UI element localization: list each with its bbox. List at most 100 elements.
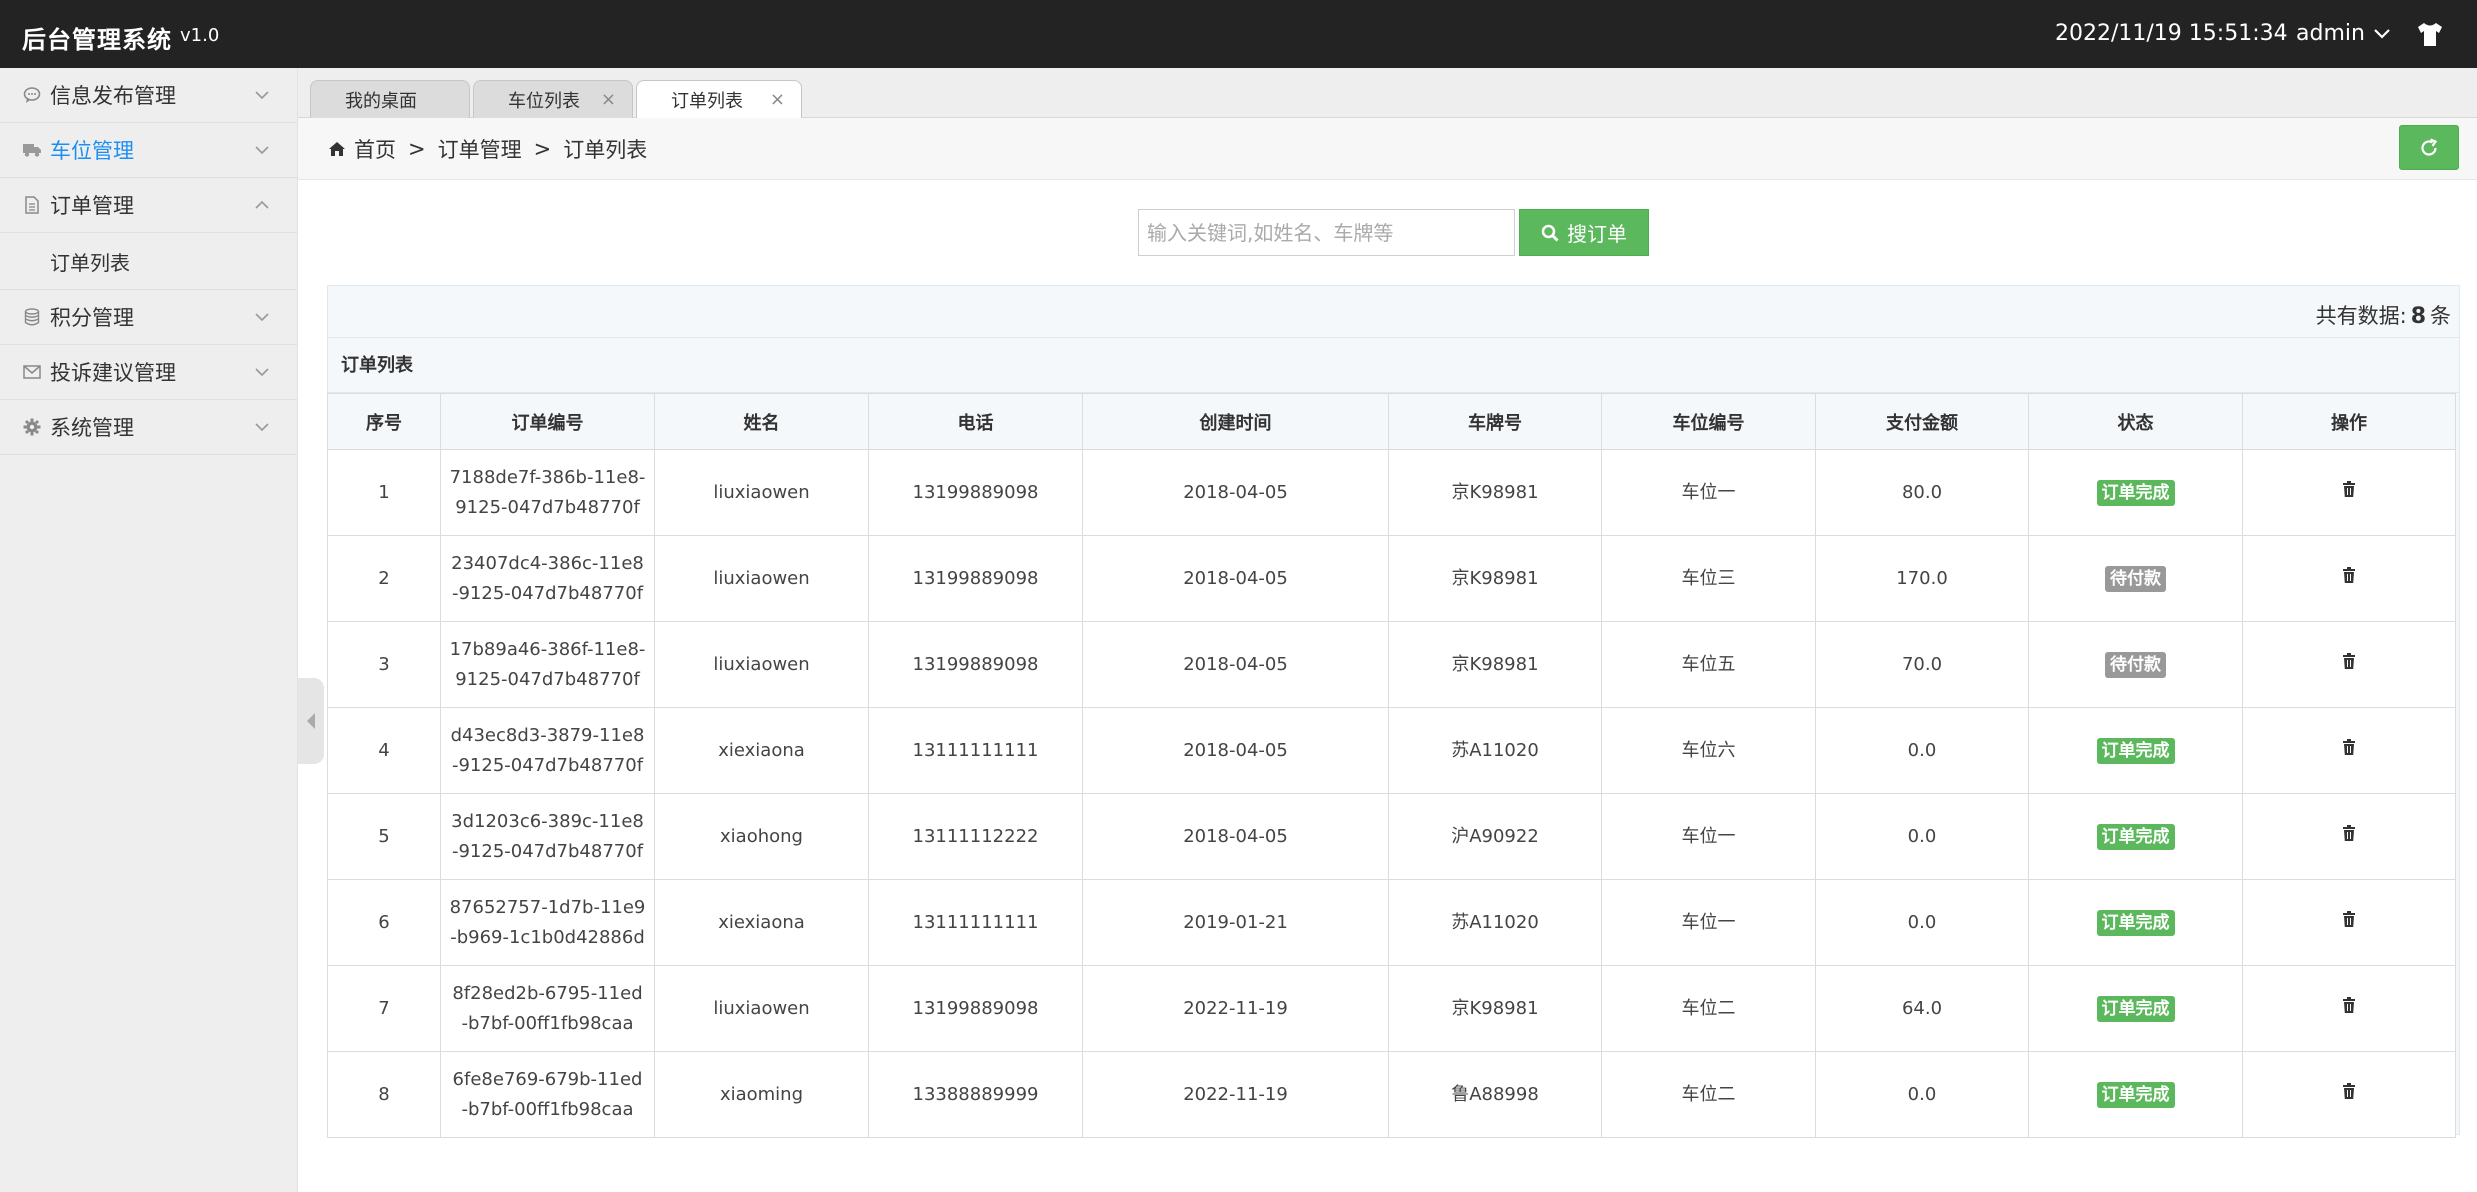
search-button-label: 搜订单 — [1567, 222, 1627, 246]
search-orders-button[interactable]: 搜订单 — [1519, 209, 1649, 256]
order-id-line2: -9125-047d7b48770f — [451, 582, 644, 604]
cell-amount: 80.0 — [1815, 449, 2029, 536]
app-title: 后台管理系统 — [22, 26, 172, 54]
trash-icon[interactable] — [2341, 824, 2357, 842]
column-header: 姓名 — [654, 393, 869, 450]
sidebar-item-label: 系统管理 — [50, 416, 134, 440]
refresh-button[interactable] — [2399, 125, 2459, 170]
tab-desktop[interactable]: 我的桌面 — [310, 80, 470, 118]
sidebar-collapse-handle[interactable] — [298, 678, 324, 764]
trash-icon[interactable] — [2341, 652, 2357, 670]
sidebar-item-system[interactable]: 系统管理 — [0, 400, 297, 455]
status-badge: 订单完成 — [2096, 995, 2175, 1022]
trash-icon[interactable] — [2341, 566, 2357, 584]
sidebar-item-points[interactable]: 积分管理 — [0, 290, 297, 345]
cell-amount: 64.0 — [1815, 965, 2029, 1052]
chevron-down-icon — [255, 313, 269, 322]
table-row: 4 d43ec8d3-3879-11e8 -9125-047d7b48770f x… — [327, 707, 2456, 794]
cell-status: 订单完成 — [2028, 707, 2243, 794]
sidebar-subitem-order-list[interactable]: 订单列表 — [0, 233, 297, 290]
trash-icon[interactable] — [2341, 480, 2357, 498]
cell-status: 订单完成 — [2028, 793, 2243, 880]
cell-actions — [2242, 621, 2456, 708]
trash-icon[interactable] — [2341, 996, 2357, 1014]
refresh-icon — [2421, 137, 2438, 156]
sidebar-item-info-publish[interactable]: 信息发布管理 — [0, 68, 297, 123]
order-id-line1: 7188de7f-386b-11e8- — [449, 466, 646, 488]
table-row: 1 7188de7f-386b-11e8- 9125-047d7b48770f l… — [327, 449, 2456, 536]
cell-name: liuxiaowen — [654, 449, 869, 536]
cell-actions — [2242, 1051, 2456, 1138]
search-input[interactable] — [1138, 209, 1515, 256]
cell-no: 3 — [327, 621, 441, 708]
order-id-line1: 17b89a46-386f-11e8- — [449, 638, 646, 660]
user-menu[interactable]: admin — [2296, 21, 2391, 46]
column-header: 车牌号 — [1388, 393, 1602, 450]
cell-actions — [2242, 965, 2456, 1052]
column-header: 状态 — [2028, 393, 2243, 450]
cell-no: 7 — [327, 965, 441, 1052]
record-count-suffix: 条 — [2430, 304, 2451, 328]
breadcrumb-separator: > — [408, 137, 426, 161]
breadcrumb: 首页 > 订单管理 > 订单列表 — [328, 134, 647, 164]
breadcrumb-level1[interactable]: 订单管理 — [438, 134, 522, 164]
cell-name: xiaoming — [654, 1051, 869, 1138]
cell-plate: 京K98981 — [1388, 449, 1602, 536]
cell-status: 订单完成 — [2028, 449, 2243, 536]
table-row: 2 23407dc4-386c-11e8 -9125-047d7b48770f l… — [327, 535, 2456, 622]
sidebar: 信息发布管理 车位管理 订单管理 订单列表 积分管理 投诉建议管理 系统管理 — [0, 68, 298, 1192]
cell-name: xiexiaona — [654, 879, 869, 966]
close-icon[interactable]: × — [770, 89, 785, 110]
sidebar-item-orders[interactable]: 订单管理 — [0, 178, 297, 233]
cell-actions — [2242, 449, 2456, 536]
cell-order-id: 3d1203c6-389c-11e8 -9125-047d7b48770f — [440, 793, 655, 880]
order-table: 序号 订单编号 姓名 电话 创建时间 车牌号 车位编号 支付金额 状态 操作 1… — [327, 393, 2456, 1138]
cell-status: 订单完成 — [2028, 879, 2243, 966]
chevron-up-icon — [255, 200, 269, 209]
cell-space: 车位二 — [1601, 1051, 1816, 1138]
cell-order-id: 7188de7f-386b-11e8- 9125-047d7b48770f — [440, 449, 655, 536]
cell-plate: 京K98981 — [1388, 621, 1602, 708]
column-header: 序号 — [327, 393, 441, 450]
status-badge: 待付款 — [2105, 565, 2166, 592]
cell-amount: 170.0 — [1815, 535, 2029, 622]
trash-icon[interactable] — [2341, 1082, 2357, 1100]
column-header: 车位编号 — [1601, 393, 1816, 450]
cell-phone: 13199889098 — [868, 535, 1083, 622]
breadcrumb-level2: 订单列表 — [563, 138, 648, 162]
cell-status: 待付款 — [2028, 535, 2243, 622]
cell-status: 订单完成 — [2028, 965, 2243, 1052]
breadcrumb-home[interactable]: 首页 — [354, 134, 396, 164]
sidebar-item-label: 车位管理 — [50, 139, 134, 163]
cell-phone: 13111111111 — [868, 879, 1083, 966]
cell-plate: 京K98981 — [1388, 965, 1602, 1052]
cell-order-id: 23407dc4-386c-11e8 -9125-047d7b48770f — [440, 535, 655, 622]
order-id-line2: 9125-047d7b48770f — [455, 668, 640, 690]
cell-created: 2018-04-05 — [1082, 793, 1389, 880]
sidebar-item-label: 信息发布管理 — [50, 84, 176, 108]
app-version: v1.0 — [180, 25, 220, 46]
order-id-line2: -9125-047d7b48770f — [451, 754, 644, 776]
tab-parking-list[interactable]: 车位列表 × — [473, 80, 633, 118]
cell-phone: 13199889098 — [868, 449, 1083, 536]
cell-phone: 13199889098 — [868, 965, 1083, 1052]
sidebar-item-complaints[interactable]: 投诉建议管理 — [0, 345, 297, 400]
cell-space: 车位五 — [1601, 621, 1816, 708]
cell-plate: 鲁A88998 — [1388, 1051, 1602, 1138]
sidebar-item-parking[interactable]: 车位管理 — [0, 123, 297, 178]
order-id-line1: 6fe8e769-679b-11ed — [452, 1068, 643, 1090]
cell-amount: 0.0 — [1815, 793, 2029, 880]
status-badge: 订单完成 — [2096, 823, 2175, 850]
tab-label: 车位列表 — [508, 90, 580, 112]
tab-order-list[interactable]: 订单列表 × — [636, 80, 802, 118]
table-row: 3 17b89a46-386f-11e8- 9125-047d7b48770f l… — [327, 621, 2456, 708]
cell-order-id: 8f28ed2b-6795-11ed -b7bf-00ff1fb98caa — [440, 965, 655, 1052]
close-icon[interactable]: × — [601, 89, 616, 110]
trash-icon[interactable] — [2341, 910, 2357, 928]
tab-label: 我的桌面 — [345, 90, 417, 112]
tab-label: 订单列表 — [671, 90, 743, 112]
status-badge: 待付款 — [2105, 651, 2166, 678]
tshirt-icon[interactable] — [2414, 18, 2446, 50]
cell-amount: 0.0 — [1815, 879, 2029, 966]
trash-icon[interactable] — [2341, 738, 2357, 756]
